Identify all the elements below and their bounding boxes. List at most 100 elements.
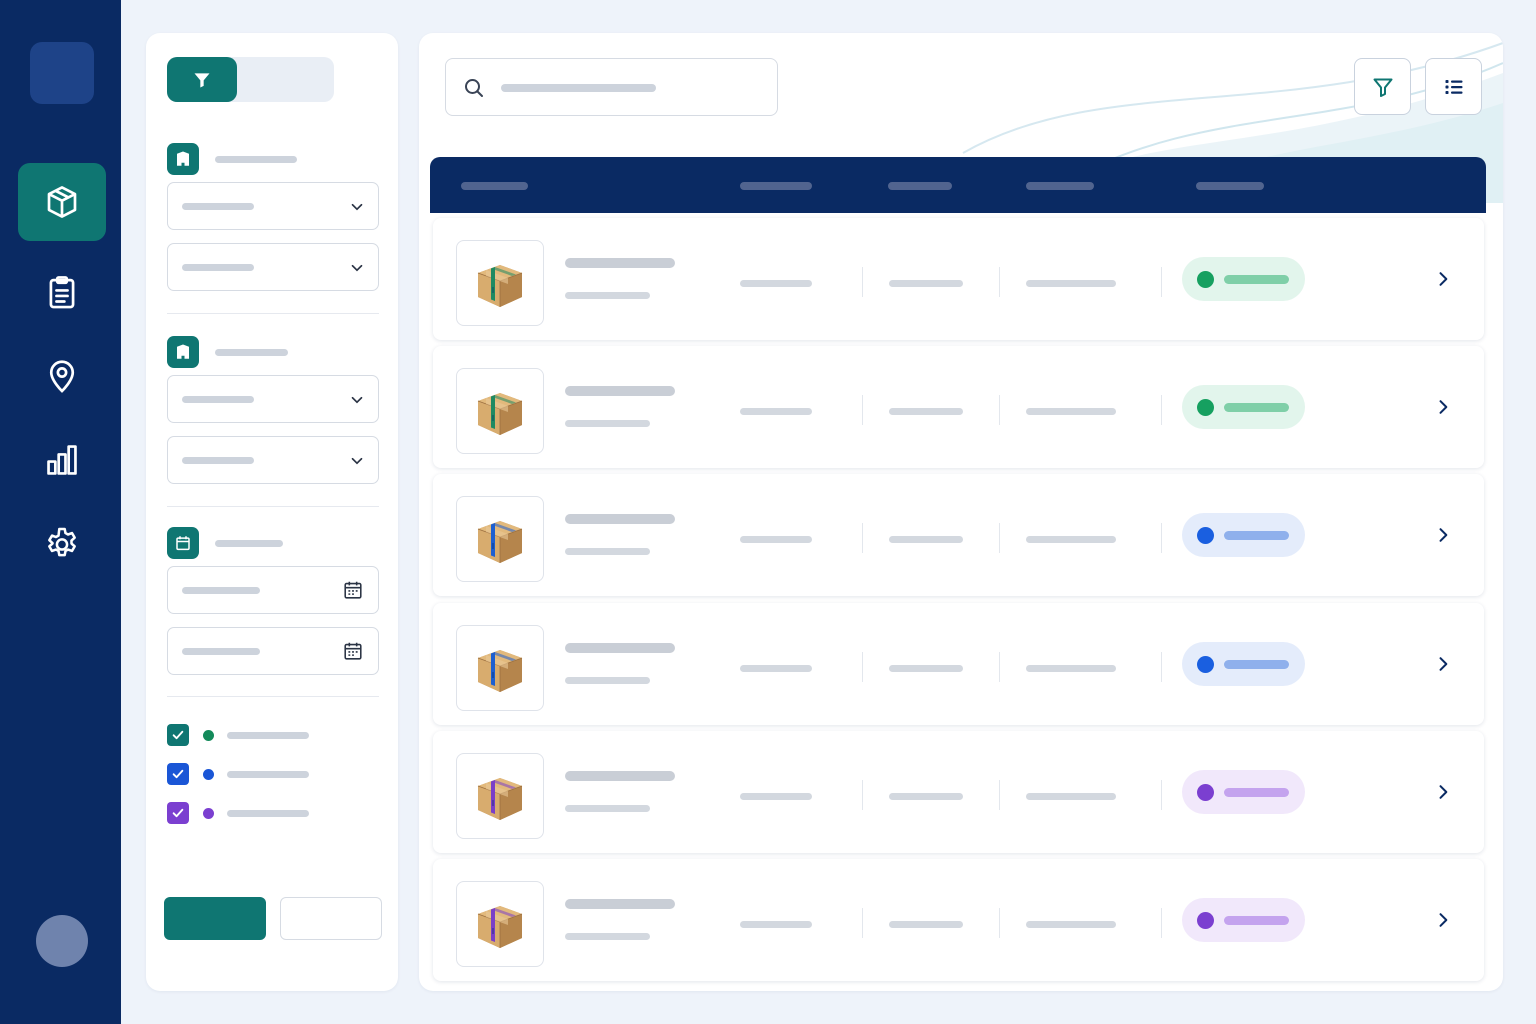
table-row[interactable] [433, 218, 1484, 340]
chevron-down-icon [351, 396, 363, 404]
row-subtitle [565, 548, 650, 556]
table-row[interactable] [433, 474, 1484, 597]
section-label [215, 348, 288, 356]
bar-chart-icon [47, 445, 77, 475]
status-dot [1197, 399, 1214, 417]
apply-filters-button[interactable] [164, 897, 266, 940]
table-cell [1026, 792, 1116, 800]
status-label [1224, 916, 1289, 925]
row-title [565, 899, 675, 909]
funnel-icon [194, 72, 210, 87]
search-input[interactable] [445, 58, 778, 116]
column-header[interactable] [1196, 182, 1264, 190]
calendar-icon[interactable] [342, 579, 364, 601]
main-panel [419, 33, 1503, 991]
table-row[interactable] [433, 859, 1484, 981]
cell-separator [862, 267, 863, 297]
chevron-right-icon[interactable] [1433, 525, 1453, 545]
table-cell [740, 536, 812, 544]
status-filter-blue[interactable] [167, 763, 309, 785]
app-logo[interactable] [30, 42, 94, 104]
package-thumbnail [456, 496, 544, 583]
search-icon [465, 79, 483, 97]
nav-item-settings[interactable] [18, 505, 106, 583]
gear-icon [48, 527, 76, 557]
list-view-button[interactable] [1425, 58, 1482, 115]
row-subtitle [565, 420, 650, 428]
section-label [215, 539, 283, 547]
chevron-right-icon[interactable] [1433, 654, 1453, 674]
column-header[interactable] [461, 182, 528, 190]
nav-item-orders[interactable] [18, 253, 106, 331]
cell-separator [999, 651, 1000, 682]
view-toggle[interactable] [167, 57, 334, 102]
cell-separator [1161, 779, 1162, 810]
package-icon [477, 393, 523, 436]
table-row[interactable] [433, 346, 1484, 469]
table-cell [889, 408, 963, 416]
row-title [565, 770, 675, 781]
status-dot [203, 768, 214, 780]
package-icon [477, 649, 523, 692]
table-cell [889, 280, 963, 287]
select-field[interactable] [167, 375, 379, 423]
chevron-right-icon[interactable] [1433, 269, 1453, 289]
status-badge [1182, 769, 1305, 814]
select-field[interactable] [167, 243, 379, 291]
avatar[interactable] [36, 915, 88, 967]
cell-separator [862, 395, 863, 426]
table-row[interactable] [433, 730, 1484, 853]
status-badge [1182, 385, 1305, 430]
nav-item-locations[interactable] [18, 337, 106, 415]
select-field[interactable] [167, 436, 379, 484]
nav-item-inventory[interactable] [18, 163, 106, 241]
column-header[interactable] [1026, 182, 1094, 190]
date-field[interactable] [167, 566, 379, 614]
status-badge [1182, 257, 1305, 301]
chevron-right-icon[interactable] [1433, 910, 1453, 930]
nav-rail [0, 0, 121, 1024]
search-placeholder [501, 84, 656, 92]
row-title [565, 258, 675, 268]
status-label [1224, 787, 1289, 797]
field-placeholder [182, 457, 254, 464]
chevron-right-icon[interactable] [1433, 397, 1453, 417]
package-thumbnail [456, 752, 544, 839]
checkbox[interactable] [167, 724, 189, 746]
column-header[interactable] [740, 182, 812, 190]
checkbox[interactable] [167, 763, 189, 785]
filter-toggle-button[interactable] [167, 57, 237, 102]
list-icon [1445, 79, 1462, 94]
table-row[interactable] [433, 602, 1484, 725]
status-filter-purple[interactable] [167, 802, 309, 824]
divider [167, 313, 379, 314]
cell-separator [999, 267, 1000, 297]
filter-section-header [167, 527, 283, 559]
column-header[interactable] [888, 182, 952, 190]
row-subtitle [565, 676, 650, 684]
package-icon [477, 777, 523, 820]
nav-item-reports[interactable] [18, 421, 106, 499]
checkbox[interactable] [167, 802, 189, 824]
select-field[interactable] [167, 182, 379, 230]
package-icon [477, 265, 523, 307]
status-dot [1197, 527, 1214, 545]
table-cell [740, 664, 812, 672]
date-field[interactable] [167, 627, 379, 675]
filter-icon [1373, 78, 1392, 97]
filter-button[interactable] [1354, 58, 1411, 115]
cell-separator [999, 523, 1000, 554]
status-badge [1182, 641, 1305, 686]
table-cell [889, 921, 963, 928]
calendar-icon[interactable] [342, 640, 364, 662]
status-label [1224, 403, 1289, 413]
checkbox-label [227, 770, 309, 778]
chevron-right-icon[interactable] [1433, 782, 1453, 802]
row-subtitle [565, 804, 650, 812]
status-filter-green[interactable] [167, 724, 309, 746]
row-subtitle [565, 292, 650, 299]
package-thumbnail [456, 881, 544, 967]
row-subtitle [565, 933, 650, 940]
reset-filters-button[interactable] [280, 897, 382, 940]
cell-separator [999, 395, 1000, 426]
